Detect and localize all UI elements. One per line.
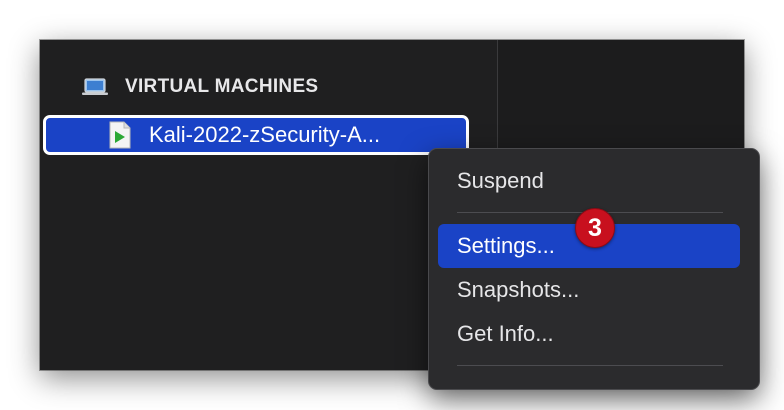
vm-play-icon xyxy=(109,121,131,149)
menu-item-label: Suspend xyxy=(457,168,544,193)
vm-list-item[interactable]: Kali-2022-zSecurity-A... xyxy=(43,115,469,155)
step-badge: 3 xyxy=(575,208,615,248)
menu-separator xyxy=(457,365,723,366)
menu-item-suspend[interactable]: Suspend xyxy=(438,159,740,203)
section-title: VIRTUAL MACHINES xyxy=(125,76,319,97)
vm-name: Kali-2022-zSecurity-A... xyxy=(149,122,381,147)
section-header-virtual-machines: VIRTUAL MACHINES xyxy=(82,76,318,98)
context-menu: Suspend Settings... Snapshots... Get Inf… xyxy=(428,148,760,390)
menu-item-snapshots[interactable]: Snapshots... xyxy=(438,268,740,312)
laptop-icon xyxy=(82,78,108,95)
menu-item-get-info[interactable]: Get Info... xyxy=(438,312,740,356)
menu-item-label: Snapshots... xyxy=(457,277,580,302)
menu-item-label: Settings... xyxy=(457,233,555,258)
menu-item-label: Get Info... xyxy=(457,321,554,346)
